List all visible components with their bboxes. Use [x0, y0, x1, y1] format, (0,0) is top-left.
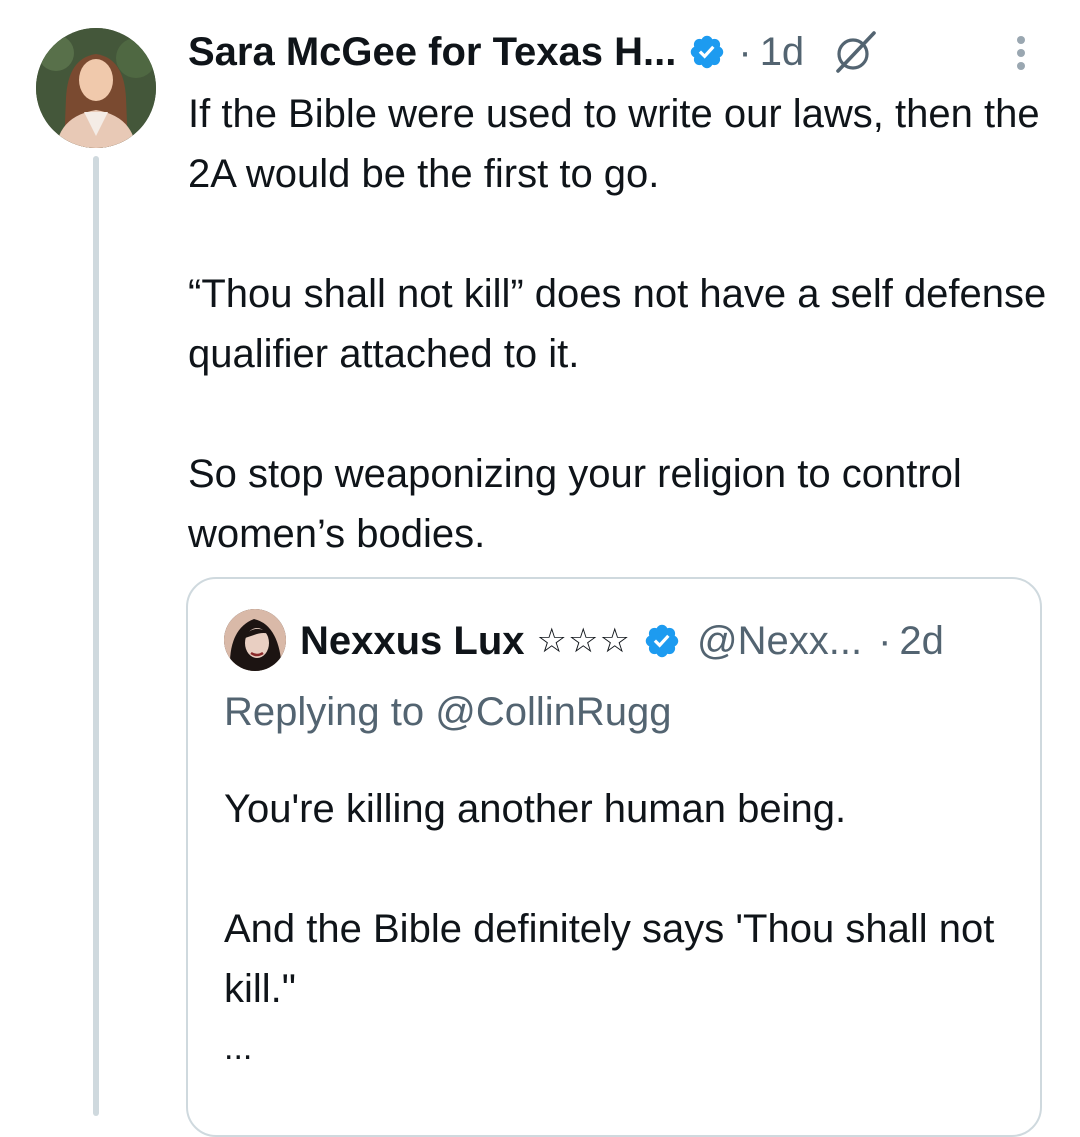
verified-badge-icon: [643, 622, 681, 660]
tweet-header: Sara McGee for Texas H... · 1d: [188, 24, 1058, 80]
name-stars: ☆☆☆: [536, 622, 631, 660]
quoted-author-name[interactable]: Nexxus Lux: [300, 619, 525, 664]
quoted-paragraph: You're killing another human being.: [224, 787, 847, 831]
quoted-tweet-text: You're killing another human being. And …: [224, 779, 1014, 1019]
quoted-tweet-header: Nexxus Lux ☆☆☆ @Nexx... · 2d: [300, 611, 1030, 671]
tweet-paragraph: If the Bible were used to write our laws…: [188, 92, 1040, 196]
quoted-paragraph: And the Bible definitely says 'Thou shal…: [224, 907, 995, 1011]
separator-dot: ·: [738, 29, 752, 74]
tweet-paragraph: “Thou shall not kill” does not have a se…: [188, 272, 1047, 376]
separator-dot: ·: [878, 618, 892, 663]
quoted-tweet-card[interactable]: Nexxus Lux ☆☆☆ @Nexx... · 2d Replying to…: [186, 577, 1042, 1137]
more-options-icon[interactable]: [1004, 35, 1038, 71]
truncation-ellipsis: ...: [224, 1029, 253, 1067]
tweet-time[interactable]: 1d: [760, 30, 805, 75]
tweet-text: If the Bible were used to write our laws…: [188, 84, 1048, 564]
quoted-tweet-time[interactable]: 2d: [899, 619, 944, 664]
replying-to[interactable]: Replying to @CollinRugg: [224, 682, 672, 742]
thread-line: [93, 156, 99, 1116]
quoted-author-handle[interactable]: @Nexx...: [697, 619, 862, 664]
tweet-paragraph: So stop weaponizing your religion to con…: [188, 452, 962, 556]
verified-badge-icon: [688, 33, 726, 71]
quoted-author-photo: [224, 609, 286, 671]
author-photo: [36, 28, 156, 148]
quoted-author-avatar[interactable]: [224, 609, 286, 671]
grok-icon[interactable]: [832, 29, 878, 75]
author-name[interactable]: Sara McGee for Texas H...: [188, 30, 676, 75]
author-avatar[interactable]: [36, 28, 156, 148]
